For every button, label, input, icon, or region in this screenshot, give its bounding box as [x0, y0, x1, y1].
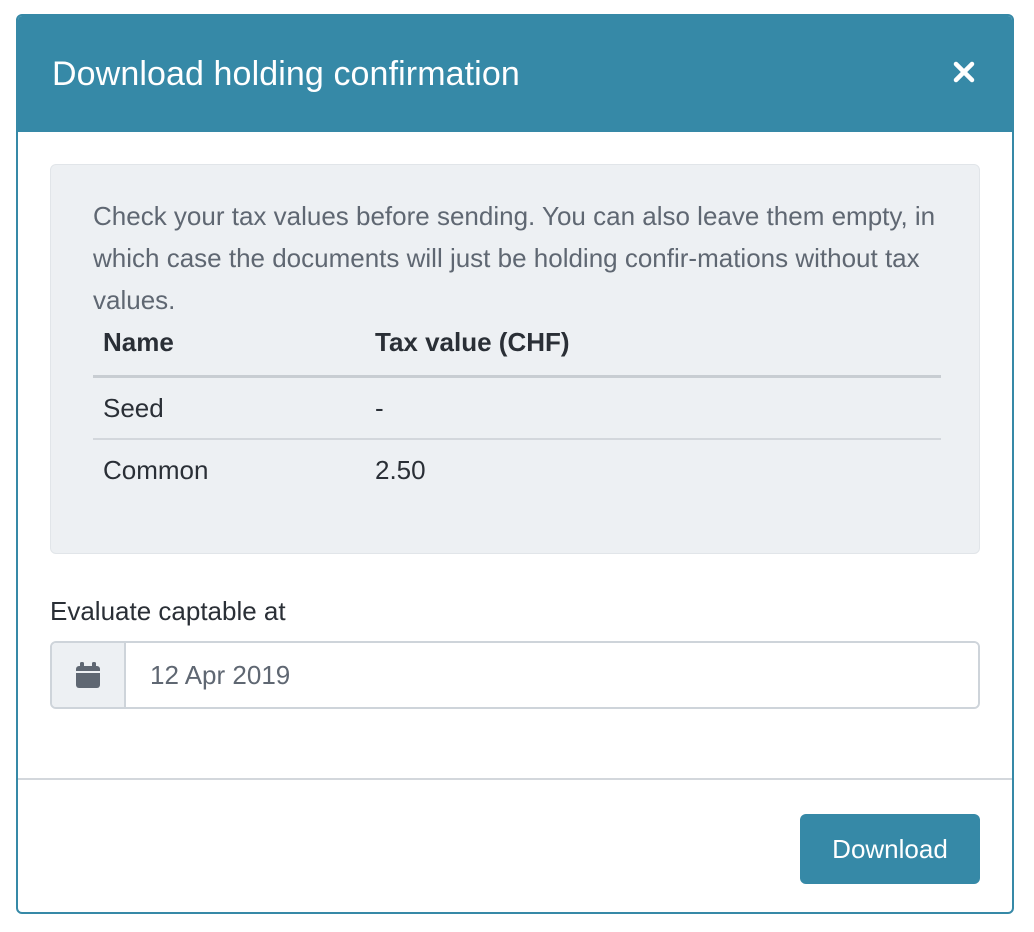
info-text: Check your tax values before sending. Yo… [93, 201, 936, 315]
calendar-icon [76, 662, 100, 688]
row-name: Seed [93, 376, 365, 440]
modal-header: Download holding confirmation [18, 16, 1012, 132]
column-header-name: Name [93, 327, 365, 378]
row-name: Common [103, 454, 209, 485]
date-input-group [50, 641, 980, 709]
evaluate-date-label: Evaluate captable at [50, 596, 286, 626]
table-row: Seed - [93, 376, 941, 440]
download-holding-confirmation-modal: Download holding confirmation Check your… [16, 14, 1014, 914]
calendar-addon[interactable] [52, 643, 126, 707]
tax-values-table: Name Tax value (CHF) Seed - Common 2.50 [93, 327, 941, 500]
modal-footer: Download [18, 778, 1012, 912]
evaluate-date-input[interactable] [126, 643, 978, 707]
tax-info-box: Check your tax values before sending. Yo… [50, 164, 980, 554]
close-button[interactable] [948, 56, 980, 88]
close-icon [953, 61, 975, 83]
table-row: Common 2.50 [93, 439, 941, 500]
table-header-row: Name Tax value (CHF) [93, 327, 941, 378]
download-button[interactable]: Download [800, 814, 980, 884]
row-tax-value: - [365, 376, 941, 440]
modal-title: Download holding confirmation [52, 54, 520, 93]
modal-body: Check your tax values before sending. Yo… [18, 132, 1012, 709]
column-header-tax-value: Tax value (CHF) [365, 327, 941, 378]
row-tax-value: 2.50 [375, 454, 426, 485]
